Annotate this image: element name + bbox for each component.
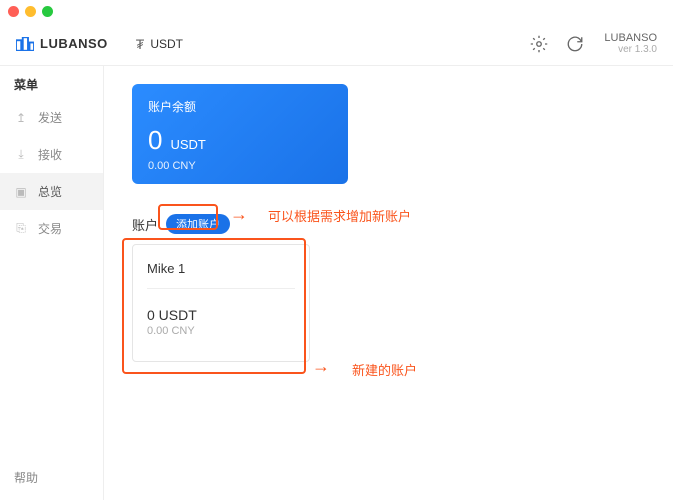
maximize-window-button[interactable] xyxy=(42,6,53,17)
sidebar-title: 菜单 xyxy=(0,66,103,99)
sidebar-item-label: 交易 xyxy=(38,220,62,237)
logo-icon xyxy=(16,37,34,51)
app-header: LUBANSO ₮ USDT LUBANSO ver 1.3.0 xyxy=(0,22,673,66)
balance-title: 账户余额 xyxy=(148,98,332,115)
app-logo: LUBANSO xyxy=(16,36,108,51)
app-version-info: LUBANSO ver 1.3.0 xyxy=(604,32,657,55)
settings-icon[interactable] xyxy=(530,35,548,53)
accounts-title: 账户 xyxy=(132,215,158,234)
sidebar-item-receive[interactable]: ⤓ 接收 xyxy=(0,136,103,173)
logo-text: LUBANSO xyxy=(40,36,108,51)
transactions-icon: ⎘ xyxy=(14,222,28,236)
annotation-box-card xyxy=(122,238,306,374)
sidebar-item-overview[interactable]: ▣ 总览 xyxy=(0,173,103,210)
sidebar-item-label: 接收 xyxy=(38,146,62,163)
sidebar: 菜单 ↥ 发送 ⤓ 接收 ▣ 总览 ⎘ 交易 帮助 xyxy=(0,66,104,500)
coin-label: USDT xyxy=(150,37,183,51)
close-window-button[interactable] xyxy=(8,6,19,17)
balance-amount: 0 xyxy=(148,125,162,156)
annotation-arrow-icon: → xyxy=(230,204,248,225)
sidebar-help[interactable]: 帮助 xyxy=(0,455,103,500)
balance-unit: USDT xyxy=(170,137,205,152)
annotation-arrow-icon: → xyxy=(312,356,330,377)
app-name-label: LUBANSO xyxy=(604,32,657,44)
annotation-box-add xyxy=(158,204,218,230)
sidebar-item-send[interactable]: ↥ 发送 xyxy=(0,99,103,136)
sidebar-item-label: 发送 xyxy=(38,109,62,126)
overview-icon: ▣ xyxy=(14,185,28,199)
sidebar-item-transactions[interactable]: ⎘ 交易 xyxy=(0,210,103,247)
window-titlebar xyxy=(0,0,673,22)
annotation-text-add: 可以根据需求增加新账户 xyxy=(268,206,411,225)
refresh-icon[interactable] xyxy=(566,35,584,53)
app-version-label: ver 1.3.0 xyxy=(604,44,657,55)
send-icon: ↥ xyxy=(14,111,28,125)
balance-fiat: 0.00 CNY xyxy=(148,160,332,172)
tether-icon: ₮ xyxy=(136,36,145,52)
coin-selector[interactable]: ₮ USDT xyxy=(136,36,183,52)
annotation-text-card: 新建的账户 xyxy=(352,360,417,379)
receive-icon: ⤓ xyxy=(14,148,28,162)
minimize-window-button[interactable] xyxy=(25,6,36,17)
balance-card: 账户余额 0 USDT 0.00 CNY xyxy=(132,84,348,184)
sidebar-item-label: 总览 xyxy=(38,183,62,200)
